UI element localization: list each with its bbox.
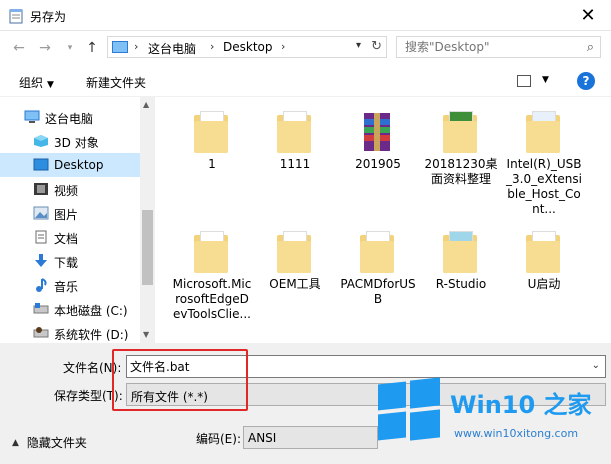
back-icon[interactable]: ← — [10, 39, 28, 57]
breadcrumb-desktop[interactable]: Desktop — [223, 40, 273, 54]
file-name: 20181230桌面资料整理 — [424, 157, 498, 186]
folder-icon — [277, 231, 311, 273]
file-name: OEM工具 — [269, 277, 321, 291]
folder-icon — [360, 231, 394, 273]
chevron-down-icon[interactable]: ▾ — [356, 40, 361, 51]
recent-locations-icon[interactable]: ▾ — [61, 39, 79, 57]
sidebar-item-label: 本地磁盘 (C:) — [54, 304, 128, 318]
archive-icon — [364, 113, 390, 151]
sidebar-item-label: Desktop — [54, 158, 104, 172]
hide-folders-toggle[interactable]: ▲ 隐藏文件夹 — [12, 434, 87, 451]
video-icon — [34, 183, 48, 195]
sidebar-item-label: 视频 — [54, 184, 79, 198]
sidebar-item-label: 文档 — [54, 232, 79, 246]
pc-icon — [24, 110, 40, 123]
windows-logo-icon — [378, 377, 440, 441]
file-name: 1 — [208, 157, 216, 171]
chevron-right-icon: › — [281, 40, 286, 53]
scroll-down-icon[interactable]: ▼ — [143, 330, 149, 339]
breadcrumb-this-pc[interactable]: 这台电脑 — [148, 40, 196, 57]
sidebar-item-label: 3D 对象 — [54, 136, 99, 150]
file-name: Intel(R)_USB_3.0_eXtensible_Host_Cont... — [506, 157, 582, 216]
forward-icon[interactable]: → — [36, 39, 54, 57]
chevron-up-icon: ▲ — [12, 437, 19, 448]
title-bar: 另存为 ✕ — [0, 0, 611, 31]
folder-icon — [443, 231, 477, 273]
window-title: 另存为 — [30, 10, 67, 24]
drive-icon — [33, 327, 49, 338]
navigation-pane: 这台电脑 3D 对象 Desktop 视频 图片 文档 下载 音乐 本地磁盘 (… — [0, 97, 155, 343]
chevron-down-icon: ▼ — [47, 80, 54, 90]
chevron-down-icon[interactable]: ▼ — [542, 75, 549, 85]
close-icon[interactable]: ✕ — [565, 0, 611, 31]
3d-objects-icon — [34, 135, 48, 147]
file-name: PACMDforUSB — [340, 277, 416, 306]
sidebar-item-downloads[interactable]: 下载 — [0, 249, 140, 273]
help-icon[interactable]: ? — [577, 72, 595, 90]
folder-icon — [526, 231, 560, 273]
desktop-icon — [33, 158, 49, 171]
search-input[interactable] — [397, 37, 572, 57]
downloads-icon — [35, 254, 47, 267]
documents-icon — [35, 230, 47, 244]
drive-icon — [33, 303, 49, 314]
chevron-right-icon: › — [134, 40, 139, 53]
file-name: U启动 — [527, 277, 561, 291]
sidebar-item-label: 系统软件 (D:) — [54, 328, 129, 342]
folder-icon — [194, 231, 228, 273]
watermark-title: Win10 之家 — [450, 391, 592, 419]
file-list: 1 1111 201905 20181230桌面资料整理 Intel(R)_US… — [155, 97, 595, 343]
encoding-select[interactable]: ANSI — [243, 426, 378, 449]
search-box[interactable]: ⌕ — [396, 36, 601, 58]
toolbar: 组织 ▼ 新建文件夹 ▼ ? — [0, 65, 611, 97]
watermark: Win10 之家 www.win10xitong.com — [378, 369, 608, 459]
sidebar-item-label: 下载 — [54, 256, 79, 270]
encoding-value: ANSI — [248, 431, 277, 445]
sidebar-item-pictures[interactable]: 图片 — [0, 201, 140, 225]
sidebar-item-music[interactable]: 音乐 — [0, 273, 140, 297]
encoding-label: 编码(E): — [196, 432, 241, 446]
sidebar-item-drive-c[interactable]: 本地磁盘 (C:) — [0, 297, 140, 321]
refresh-icon[interactable]: ↻ — [371, 39, 382, 54]
file-name: 1111 — [279, 157, 311, 171]
up-icon[interactable]: ↑ — [83, 39, 101, 57]
view-options-icon[interactable] — [517, 75, 531, 87]
new-folder-button[interactable]: 新建文件夹 — [86, 74, 146, 91]
sidebar-scrollbar-thumb[interactable] — [142, 210, 153, 285]
watermark-url: www.win10xitong.com — [454, 427, 579, 440]
hide-folders-label: 隐藏文件夹 — [26, 436, 87, 450]
sidebar-item-label: 音乐 — [54, 280, 79, 294]
sidebar-item-label: 图片 — [54, 208, 79, 222]
pc-icon — [112, 41, 128, 53]
music-icon — [36, 278, 47, 292]
sidebar-item-documents[interactable]: 文档 — [0, 225, 140, 249]
sidebar-item-videos[interactable]: 视频 — [0, 177, 140, 201]
sidebar-item-drive-d[interactable]: 系统软件 (D:) — [0, 321, 140, 343]
sidebar-item-this-pc[interactable]: 这台电脑 — [0, 105, 140, 129]
pictures-icon — [33, 206, 49, 220]
sidebar-item-label: 这台电脑 — [45, 112, 94, 126]
search-icon[interactable]: ⌕ — [587, 40, 594, 55]
sidebar-item-desktop[interactable]: Desktop — [0, 153, 140, 177]
organize-label: 组织 — [19, 76, 44, 90]
chevron-right-icon: › — [210, 40, 215, 53]
notepad-icon — [9, 9, 23, 24]
highlight-box — [112, 349, 248, 411]
file-name: Microsoft.MicrosoftEdgeDevToolsClie... — [172, 277, 252, 321]
address-bar[interactable]: › 这台电脑 › Desktop › ▾ ↻ — [107, 36, 387, 58]
sidebar-item-3d-objects[interactable]: 3D 对象 — [0, 129, 140, 153]
folder-icon — [277, 111, 311, 153]
organize-button[interactable]: 组织 ▼ — [19, 74, 54, 91]
folder-icon — [526, 111, 560, 153]
file-name: 201905 — [355, 157, 401, 171]
folder-icon — [443, 111, 477, 153]
scroll-up-icon[interactable]: ▲ — [143, 100, 149, 109]
file-name: R-Studio — [435, 277, 487, 291]
folder-icon — [194, 111, 228, 153]
